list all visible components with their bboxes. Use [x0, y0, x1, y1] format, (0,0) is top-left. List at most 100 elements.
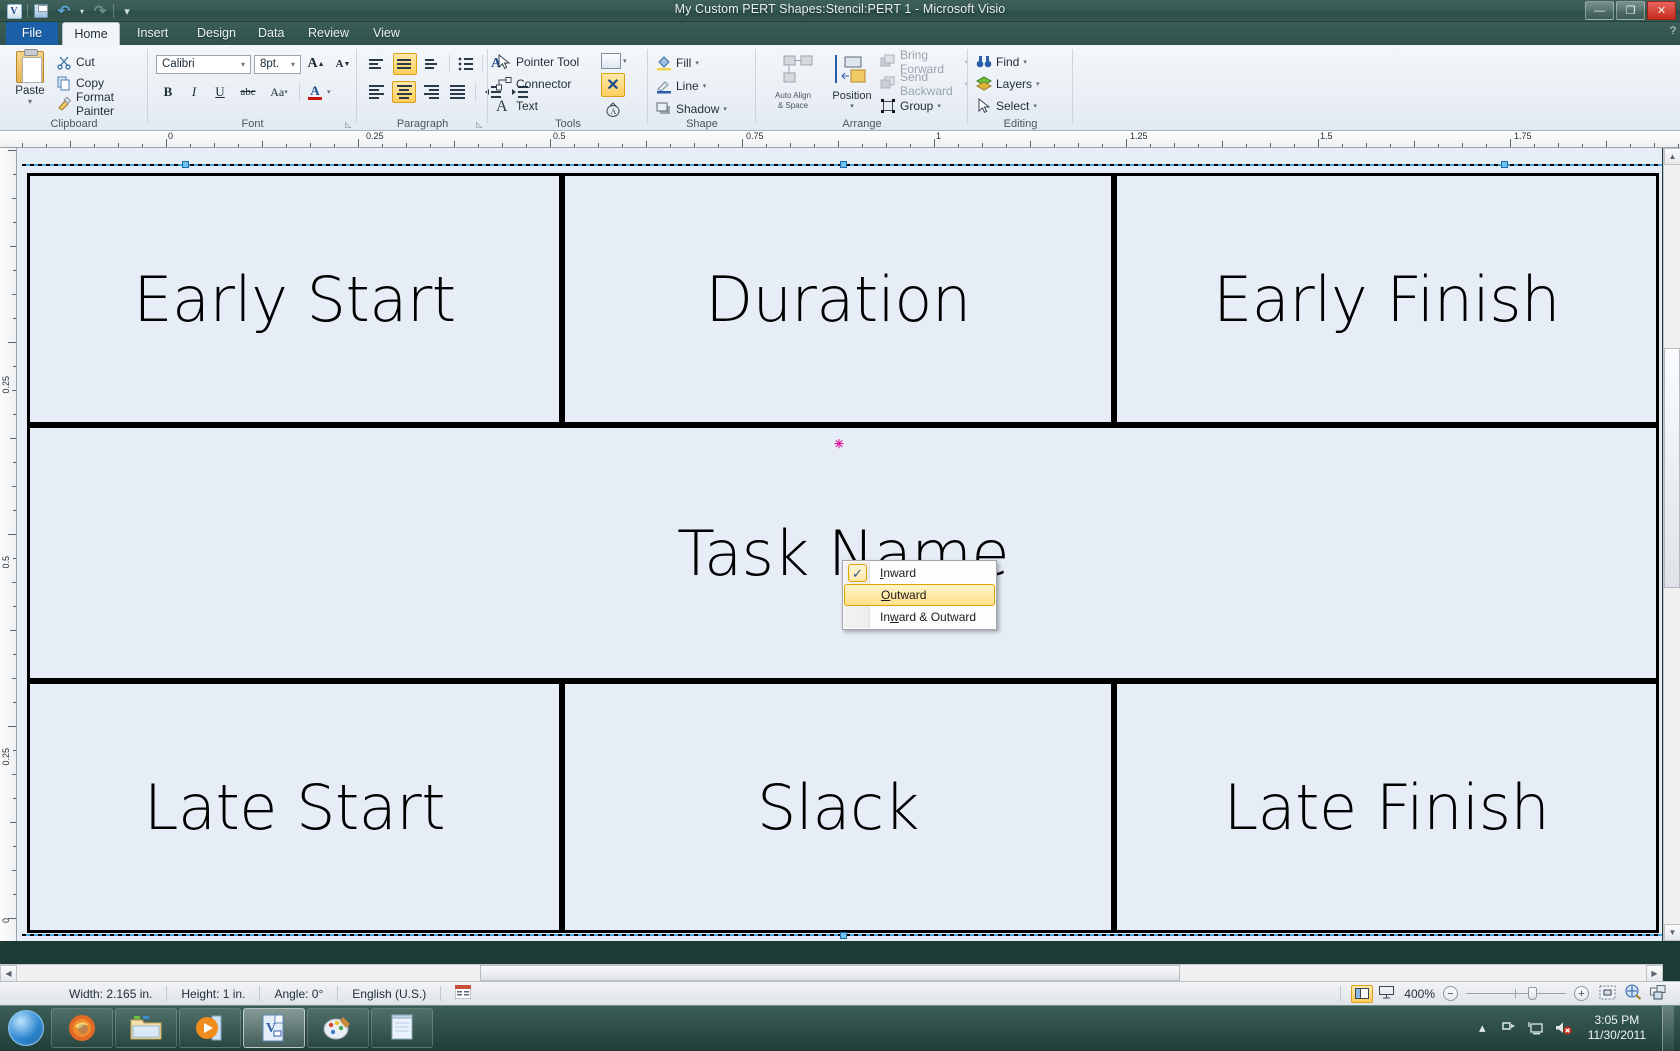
scroll-down-button[interactable]: ▼ — [1664, 924, 1680, 941]
bold-button[interactable]: B — [156, 81, 180, 103]
restore-button[interactable]: ❐ — [1616, 1, 1645, 20]
window-arrange-button[interactable] — [1650, 985, 1668, 1003]
cell-early-finish[interactable]: Early Finish — [1114, 173, 1659, 425]
zoom-slider-thumb[interactable] — [1528, 987, 1537, 1000]
font-family-combo[interactable]: Calibri ▾ — [156, 55, 251, 74]
tab-file[interactable]: File — [6, 22, 58, 45]
position-button[interactable]: Position ▾ — [828, 51, 876, 110]
window-controls[interactable]: — ❐ ✕ — [1585, 1, 1676, 20]
zoom-in-button[interactable]: + — [1574, 986, 1589, 1001]
drawing-canvas[interactable]: Early Start Duration Early Finish Task N… — [17, 148, 1662, 941]
network-icon[interactable] — [1501, 1020, 1518, 1037]
vertical-scroll-thumb[interactable] — [1664, 348, 1680, 588]
zoom-controls[interactable]: 400% − + — [1404, 986, 1589, 1001]
ink-tool-button[interactable]: A — [601, 100, 625, 120]
scroll-right-button[interactable]: ▶ — [1646, 965, 1663, 982]
underline-button[interactable]: U — [208, 81, 232, 103]
format-painter-button[interactable]: Format Painter — [56, 93, 148, 114]
menu-item-inward-and-outward[interactable]: Inward & Outward — [844, 606, 995, 628]
connector-button[interactable]: Connector — [496, 73, 579, 95]
font-dialog-launcher[interactable]: ◺ — [345, 120, 354, 129]
change-case-button[interactable]: Aa▾ — [264, 81, 294, 103]
paste-button[interactable]: Paste ▾ — [6, 49, 54, 119]
line-button[interactable]: Line ▾ — [656, 74, 727, 97]
group-button[interactable]: Group ▾ — [880, 95, 968, 117]
chevron-down-icon[interactable]: ▾ — [703, 82, 707, 90]
taskbar-button-firefox[interactable] — [51, 1008, 113, 1048]
show-hidden-icons-button[interactable]: ▴ — [1474, 1020, 1491, 1037]
chevron-down-icon[interactable]: ▾ — [723, 105, 727, 113]
pan-zoom-button[interactable] — [1624, 984, 1642, 1003]
horizontal-scrollbar[interactable]: ◀ ▶ — [0, 964, 1663, 981]
chevron-down-icon[interactable]: ▾ — [6, 97, 54, 106]
system-tray[interactable]: ▴ 3:05 PM 11/30/2011 — [1474, 1006, 1680, 1051]
fill-button[interactable]: Fill ▾ — [656, 51, 727, 74]
control-handle[interactable]: ✳ — [834, 440, 843, 449]
auto-align-space-button[interactable]: Auto Align & Space — [762, 51, 824, 111]
find-button[interactable]: Find ▾ — [976, 51, 1040, 73]
cell-duration[interactable]: Duration — [562, 173, 1114, 425]
tab-home[interactable]: Home — [62, 22, 120, 45]
normal-view-button[interactable] — [1351, 985, 1373, 1003]
selection-handle-top-center[interactable] — [840, 161, 847, 168]
paragraph-dialog-launcher[interactable]: ◺ — [476, 120, 485, 129]
cut-button[interactable]: Cut — [56, 51, 148, 72]
status-language[interactable]: English (U.S.) — [338, 987, 440, 1001]
chevron-down-icon[interactable]: ▾ — [828, 102, 876, 110]
cell-slack[interactable]: Slack — [562, 681, 1114, 933]
chevron-down-icon[interactable]: ▾ — [1036, 80, 1040, 88]
zoom-level[interactable]: 400% — [1404, 987, 1435, 1001]
select-button[interactable]: Select ▾ — [976, 95, 1040, 117]
cell-late-finish[interactable]: Late Finish — [1114, 681, 1659, 933]
fullscreen-view-button[interactable] — [1379, 986, 1394, 1002]
chevron-down-icon[interactable]: ▾ — [284, 88, 288, 96]
chevron-down-icon[interactable]: ▾ — [327, 88, 331, 96]
start-button[interactable] — [2, 1007, 50, 1049]
align-bottom-button[interactable] — [421, 53, 445, 75]
font-size-combo[interactable]: 8pt. ▾ — [254, 55, 301, 74]
tab-data[interactable]: Data — [245, 22, 297, 45]
shadow-button[interactable]: Shadow ▾ — [656, 97, 727, 120]
vertical-scrollbar[interactable]: ▲ ▼ — [1663, 148, 1680, 941]
help-icon[interactable]: ? — [1670, 25, 1676, 37]
selection-handle-top-left[interactable] — [182, 161, 189, 168]
zoom-out-button[interactable]: − — [1443, 986, 1458, 1001]
scroll-up-button[interactable]: ▲ — [1664, 148, 1680, 165]
connection-point-tool-button[interactable]: ✕ — [601, 73, 625, 97]
horizontal-ruler[interactable]: 0 0.25 0.5 0.75 1 1.25 1.5 1.75 — [0, 131, 1680, 148]
cell-task-name[interactable]: Task Name — [27, 425, 1659, 681]
volume-muted-icon[interactable] — [1555, 1020, 1572, 1037]
taskbar-button-windows-explorer[interactable] — [115, 1008, 177, 1048]
scroll-left-button[interactable]: ◀ — [0, 965, 17, 982]
taskbar-button-paint[interactable] — [307, 1008, 369, 1048]
chevron-down-icon[interactable]: ▾ — [288, 60, 298, 69]
pointer-tool-button[interactable]: Pointer Tool — [496, 51, 579, 73]
font-color-button[interactable]: A — [305, 81, 325, 103]
tab-design[interactable]: Design — [184, 22, 249, 45]
zoom-slider-track[interactable] — [1466, 993, 1566, 994]
grow-font-button[interactable]: A▲ — [304, 53, 328, 75]
cell-early-start[interactable]: Early Start — [27, 173, 562, 425]
selection-handle-top-right[interactable] — [1501, 161, 1508, 168]
chevron-down-icon[interactable]: ▾ — [623, 57, 627, 65]
italic-button[interactable]: I — [182, 81, 206, 103]
vertical-ruler[interactable]: 0.25 0.5 0.25 0 — [0, 148, 17, 941]
layers-button[interactable]: Layers ▾ — [976, 73, 1040, 95]
context-menu[interactable]: ✓ Inward Outward Inward & Outward — [842, 560, 997, 630]
taskbar-button-notepad[interactable] — [371, 1008, 433, 1048]
align-right-button[interactable] — [419, 81, 443, 103]
taskbar-button-visio[interactable]: V — [243, 1008, 305, 1048]
strikethrough-button[interactable]: abc — [234, 81, 262, 103]
minimize-button[interactable]: — — [1585, 1, 1614, 20]
shape-style-preview[interactable] — [601, 53, 621, 69]
menu-item-outward[interactable]: Outward — [844, 584, 995, 606]
align-top-button[interactable] — [365, 53, 389, 75]
menu-item-inward[interactable]: ✓ Inward — [844, 562, 995, 584]
justify-button[interactable] — [446, 81, 470, 103]
show-desktop-button[interactable] — [1662, 1006, 1674, 1051]
chevron-down-icon[interactable]: ▾ — [1033, 102, 1037, 110]
chevron-down-icon[interactable]: ▾ — [238, 60, 248, 69]
tab-insert[interactable]: Insert — [124, 22, 181, 45]
align-center-button[interactable] — [392, 81, 416, 103]
chevron-down-icon[interactable]: ▾ — [937, 102, 941, 110]
